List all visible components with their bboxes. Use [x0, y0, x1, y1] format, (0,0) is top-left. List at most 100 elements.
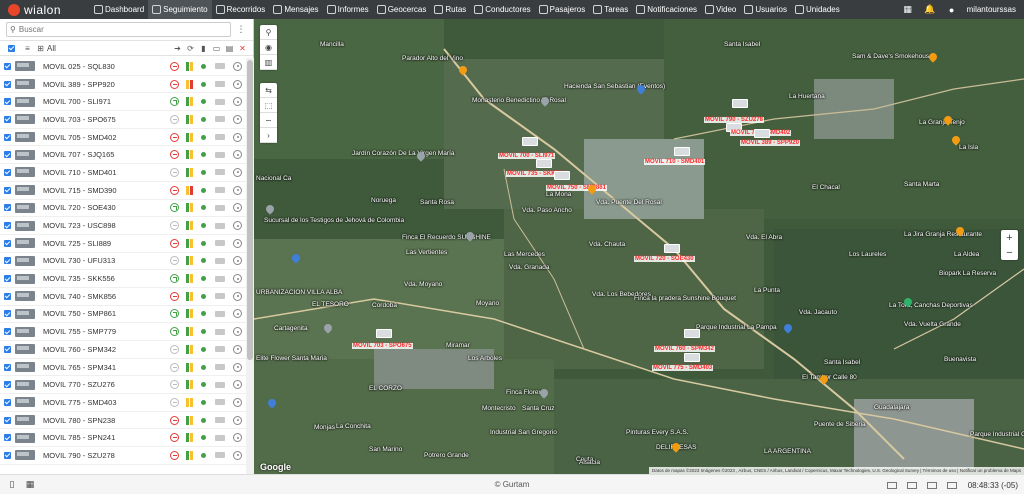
video-icon[interactable]: [215, 346, 225, 353]
connection-icon[interactable]: ⟳: [184, 44, 197, 53]
vehicle-marker-label[interactable]: MOVIL 703 - SPO675: [352, 343, 413, 349]
nav-unidades[interactable]: Unidades: [791, 0, 844, 19]
unit-name[interactable]: MOVIL 705 - SMD402: [43, 133, 166, 142]
vehicle-marker-label[interactable]: MOVIL 750 - SMP861: [546, 185, 607, 191]
command-status-icon[interactable]: [170, 238, 179, 248]
unit-row[interactable]: MOVIL 730 - UFU313: [0, 253, 246, 271]
more-options-icon[interactable]: ⋮: [235, 24, 247, 35]
notifications-window-icon[interactable]: [926, 481, 937, 489]
unit-name[interactable]: MOVIL 755 - SMP779: [43, 327, 166, 336]
map-expand-icon[interactable]: ›: [260, 128, 277, 143]
command-status-icon[interactable]: [170, 97, 179, 107]
locate-unit-icon[interactable]: [233, 256, 242, 266]
map-area-icon[interactable]: ⬚: [260, 98, 277, 113]
unit-row[interactable]: MOVIL 790 - SZU278: [0, 447, 246, 465]
command-status-icon[interactable]: [170, 291, 179, 301]
unit-name[interactable]: MOVIL 707 - SJQ165: [43, 150, 166, 159]
locate-unit-icon[interactable]: [233, 291, 242, 301]
wialon-logo[interactable]: wialon: [0, 3, 90, 17]
locate-unit-icon[interactable]: [233, 185, 242, 195]
filter-all-icon[interactable]: ⊞: [34, 44, 47, 53]
unit-row[interactable]: MOVIL 715 - SMD390: [0, 182, 246, 200]
command-status-icon[interactable]: [170, 327, 179, 337]
unit-name[interactable]: MOVIL 715 - SMD390: [43, 186, 166, 195]
locate-unit-icon[interactable]: [233, 450, 242, 460]
video-icon[interactable]: [215, 434, 225, 441]
command-status-icon[interactable]: [170, 221, 179, 231]
map-route-icon[interactable]: ∽: [260, 113, 277, 128]
scroll-thumb[interactable]: [247, 60, 253, 360]
command-status-icon[interactable]: [170, 79, 179, 89]
command-status-icon[interactable]: [170, 433, 179, 443]
locate-unit-icon[interactable]: [233, 167, 242, 177]
nav-usuarios[interactable]: Usuarios: [740, 0, 791, 19]
vehicle-marker-icon[interactable]: [732, 99, 748, 108]
unit-row[interactable]: MOVIL 735 - SKK556: [0, 270, 246, 288]
video-icon[interactable]: [215, 222, 225, 229]
locate-unit-icon[interactable]: [233, 344, 242, 354]
map-eye-icon[interactable]: ◉: [260, 40, 277, 55]
unit-checkbox[interactable]: [4, 416, 11, 424]
vehicle-marker-icon[interactable]: [684, 353, 700, 362]
video-icon[interactable]: [215, 293, 225, 300]
unit-name[interactable]: MOVIL 389 - SPP920: [43, 80, 166, 89]
command-icon[interactable]: ➔: [171, 44, 184, 53]
unit-row[interactable]: MOVIL 765 - SPM341: [0, 359, 246, 377]
video-icon[interactable]: [215, 399, 225, 406]
video-icon[interactable]: [215, 381, 225, 388]
vehicle-marker-icon[interactable]: [684, 329, 700, 338]
filter-all-label[interactable]: All: [47, 44, 56, 53]
unit-name[interactable]: MOVIL 765 - SPM341: [43, 363, 166, 372]
video-icon[interactable]: [215, 151, 225, 158]
unit-row[interactable]: MOVIL 755 - SMP779: [0, 323, 246, 341]
locate-unit-icon[interactable]: [233, 97, 242, 107]
command-status-icon[interactable]: [170, 397, 179, 407]
nav-geocercas[interactable]: Geocercas: [373, 0, 431, 19]
nav-pasajeros[interactable]: Pasajeros: [535, 0, 590, 19]
video-icon[interactable]: [215, 169, 225, 176]
video-icon[interactable]: [215, 364, 225, 371]
chat-window-icon[interactable]: [946, 481, 957, 489]
video-icon[interactable]: [215, 204, 225, 211]
vehicle-marker-label[interactable]: MOVIL 710 - SMD401: [644, 159, 706, 165]
unit-name[interactable]: MOVIL 735 - SKK556: [43, 274, 166, 283]
locate-unit-icon[interactable]: [233, 238, 242, 248]
unit-checkbox[interactable]: [4, 168, 11, 176]
sort-icon[interactable]: ≡: [21, 44, 34, 53]
unit-checkbox[interactable]: [4, 292, 11, 300]
locate-unit-icon[interactable]: [233, 362, 242, 372]
zoom-out-button[interactable]: −: [1001, 245, 1018, 260]
command-status-icon[interactable]: [170, 150, 179, 160]
vehicle-marker-icon[interactable]: [754, 129, 770, 138]
window-icon[interactable]: [886, 481, 897, 489]
delete-icon[interactable]: ✕: [236, 44, 249, 53]
unit-checkbox[interactable]: [4, 115, 11, 123]
unit-row[interactable]: MOVIL 703 - SPO675: [0, 111, 246, 129]
battery-column-icon[interactable]: ▮: [197, 44, 210, 53]
nav-notificaciones[interactable]: Notificaciones: [632, 0, 701, 19]
video-icon[interactable]: [215, 98, 225, 105]
unit-checkbox[interactable]: [4, 275, 11, 283]
unit-checkbox[interactable]: [4, 133, 11, 141]
unit-row[interactable]: MOVIL 770 - SZU276: [0, 376, 246, 395]
unit-checkbox[interactable]: [4, 239, 11, 247]
list-scrollbar[interactable]: [246, 58, 254, 474]
unit-name[interactable]: MOVIL 760 - SPM342: [43, 345, 166, 354]
video-icon[interactable]: [215, 187, 225, 194]
unit-name[interactable]: MOVIL 725 - SLI889: [43, 239, 166, 248]
command-status-icon[interactable]: [170, 61, 179, 71]
video-icon[interactable]: [215, 257, 225, 264]
unit-checkbox[interactable]: [4, 363, 11, 371]
command-status-icon[interactable]: [170, 450, 179, 460]
video-icon[interactable]: [215, 116, 225, 123]
unit-checkbox[interactable]: [4, 328, 11, 336]
video-icon[interactable]: [215, 240, 225, 247]
unit-name[interactable]: MOVIL 740 - SMK856: [43, 292, 166, 301]
unit-checkbox[interactable]: [4, 381, 11, 389]
unit-row[interactable]: MOVIL 705 - SMD402: [0, 129, 246, 147]
command-status-icon[interactable]: [170, 415, 179, 425]
unit-checkbox[interactable]: [4, 98, 11, 106]
nav-video[interactable]: Video: [701, 0, 740, 19]
locate-unit-icon[interactable]: [233, 221, 242, 231]
unit-row[interactable]: MOVIL 723 - USC898: [0, 217, 246, 235]
